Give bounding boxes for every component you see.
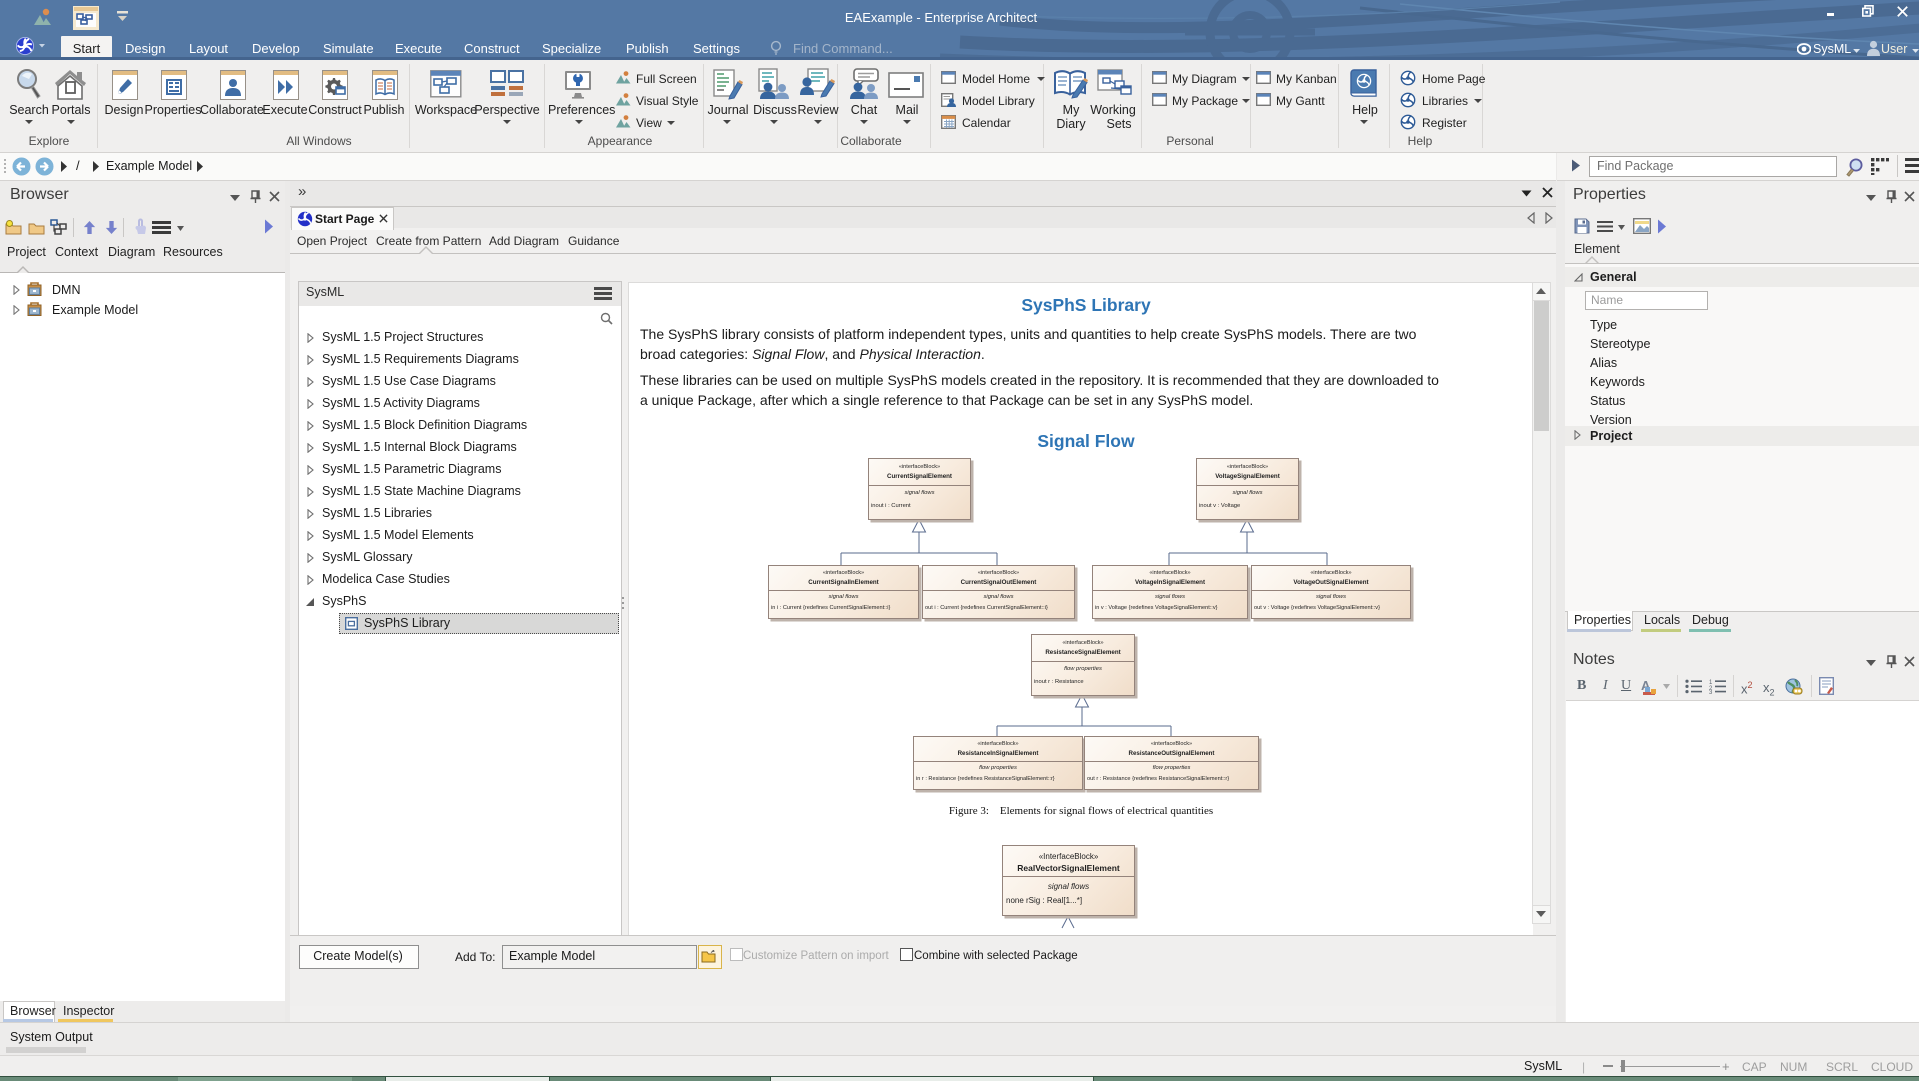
svg-text:3: 3 [1709, 690, 1713, 694]
